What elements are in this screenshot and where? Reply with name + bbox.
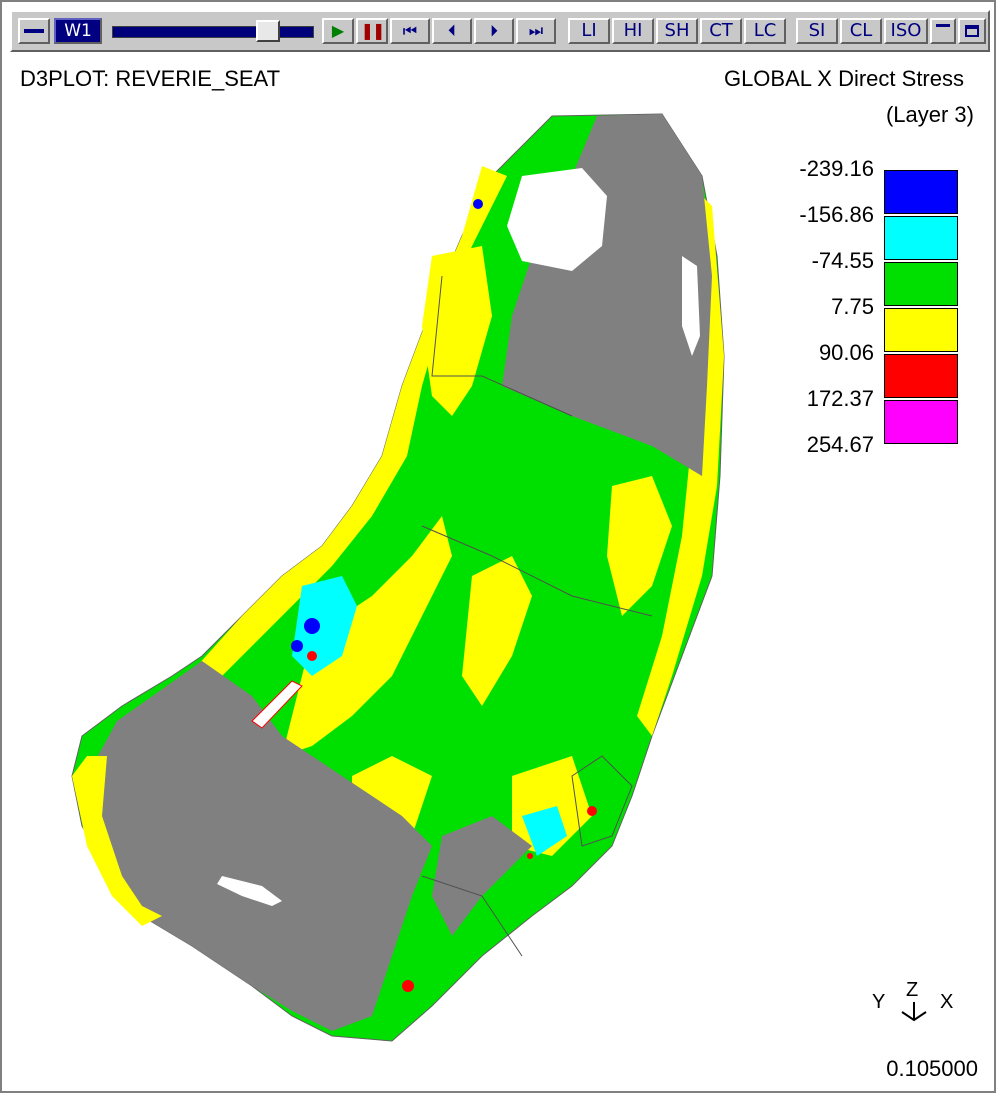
red-spot-2 bbox=[402, 980, 414, 992]
pause-button[interactable]: ❚❚ bbox=[356, 18, 388, 44]
iso-button[interactable]: ISO bbox=[884, 18, 928, 44]
legend-value: 7.75 bbox=[831, 294, 874, 319]
red-spot-1 bbox=[307, 651, 317, 661]
minimize-button[interactable] bbox=[930, 18, 956, 44]
legend-swatch bbox=[884, 170, 958, 214]
axis-z-label: Z bbox=[906, 979, 918, 1001]
graphics-canvas[interactable]: D3PLOT: REVERIE_SEAT GLOBAL X Direct Str… bbox=[12, 56, 988, 1086]
plot-title: D3PLOT: REVERIE_SEAT bbox=[20, 66, 281, 91]
play-button[interactable]: ▶ bbox=[322, 18, 354, 44]
previous-frame-button[interactable]: ⏴ bbox=[432, 18, 472, 44]
ct-button[interactable]: CT bbox=[700, 18, 742, 44]
cl-button[interactable]: CL bbox=[840, 18, 882, 44]
si-button[interactable]: SI bbox=[796, 18, 838, 44]
legend-value: -239.16 bbox=[799, 156, 874, 181]
blue-spot-2 bbox=[291, 640, 303, 652]
legend-swatch bbox=[884, 400, 958, 444]
layer-label: (Layer 3) bbox=[885, 102, 974, 127]
red-spot-3 bbox=[587, 806, 597, 816]
lc-button[interactable]: LC bbox=[744, 18, 786, 44]
legend-value: 172.37 bbox=[806, 386, 874, 411]
previous-frame-icon: ⏴ bbox=[447, 21, 456, 40]
legend-value: 254.67 bbox=[806, 432, 874, 457]
last-frame-icon: ⏭ bbox=[528, 21, 544, 40]
animation-slider[interactable] bbox=[112, 26, 314, 38]
legend-value: -74.55 bbox=[811, 248, 874, 273]
maximize-button[interactable] bbox=[958, 18, 986, 44]
time-readout: 0.105000 bbox=[886, 1056, 978, 1081]
blue-spot-1 bbox=[304, 618, 320, 634]
next-frame-icon: ⏵ bbox=[489, 21, 498, 40]
minimize-icon bbox=[936, 23, 950, 27]
sh-button[interactable]: SH bbox=[656, 18, 698, 44]
red-spot-4 bbox=[527, 853, 533, 859]
system-menu-button[interactable] bbox=[18, 18, 50, 44]
legend-swatch bbox=[884, 308, 958, 352]
first-frame-button[interactable]: ⏮ bbox=[390, 18, 430, 44]
play-icon: ▶ bbox=[331, 21, 345, 40]
d3plot-window: W1 ▶ ❚❚ ⏮ ⏴ ⏵ ⏭ LI HI SH CT LC SI CL ISO bbox=[0, 0, 996, 1093]
last-frame-button[interactable]: ⏭ bbox=[516, 18, 556, 44]
legend-value: -156.86 bbox=[799, 202, 874, 227]
pause-icon: ❚❚ bbox=[360, 21, 386, 40]
legend-swatch bbox=[884, 354, 958, 398]
blue-spot-3 bbox=[473, 199, 483, 209]
next-frame-button[interactable]: ⏵ bbox=[474, 18, 514, 44]
animation-slider-thumb[interactable] bbox=[256, 20, 280, 42]
hi-button[interactable]: HI bbox=[612, 18, 654, 44]
menu-bar-icon bbox=[24, 29, 44, 33]
axis-x-label: X bbox=[940, 991, 953, 1013]
axes-triad-icon: Y Z X bbox=[872, 979, 953, 1022]
legend-value: 90.06 bbox=[818, 340, 874, 365]
graphics-toolbar: W1 ▶ ❚❚ ⏮ ⏴ ⏵ ⏭ LI HI SH CT LC SI CL ISO bbox=[10, 10, 990, 52]
window-label-button[interactable]: W1 bbox=[54, 18, 102, 44]
legend-swatch bbox=[884, 216, 958, 260]
maximize-icon bbox=[965, 25, 979, 37]
axis-y-label: Y bbox=[872, 991, 885, 1013]
li-button[interactable]: LI bbox=[568, 18, 610, 44]
first-frame-icon: ⏮ bbox=[402, 21, 418, 40]
quantity-title: GLOBAL X Direct Stress bbox=[723, 66, 964, 91]
legend-swatch bbox=[884, 262, 958, 306]
